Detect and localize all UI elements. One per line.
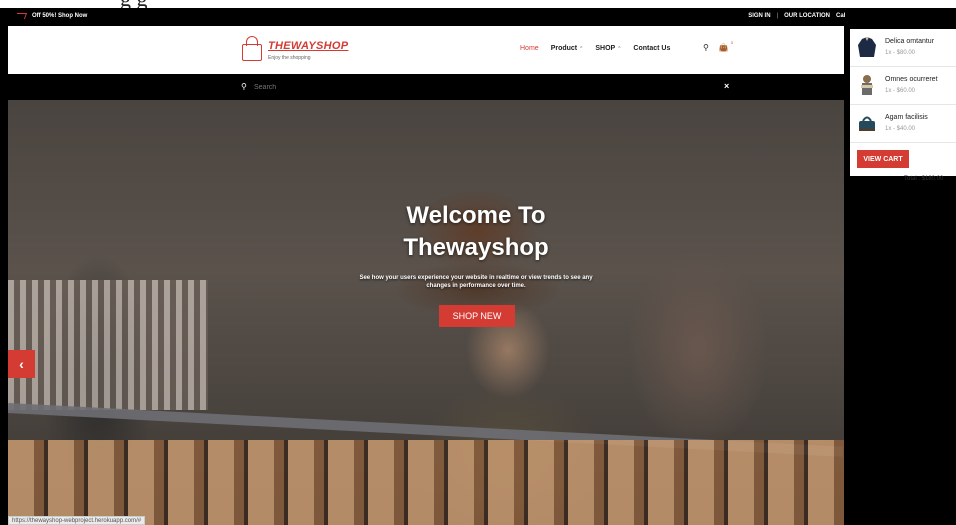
browser-top-strip: g g <box>0 0 956 8</box>
nav-home[interactable]: Home <box>520 45 539 52</box>
clothing-rack-image <box>8 280 208 410</box>
sign-in-link[interactable]: SIGN IN <box>748 13 770 19</box>
close-icon[interactable]: × <box>724 81 729 91</box>
search-icon: ⚲ <box>241 82 247 91</box>
page: Off 50%! Shop Now SIGN IN | OUR LOCATION… <box>8 8 844 525</box>
figure-thumbnail <box>861 75 873 95</box>
hero-slider: ‹ <box>8 100 844 525</box>
logo-brand: THEWAYSHOP <box>268 39 349 52</box>
cropped-heading: g g <box>120 0 148 8</box>
top-bar: Off 50%! Shop Now SIGN IN | OUR LOCATION <box>8 8 844 26</box>
search-icon[interactable]: ⚲ <box>703 43 709 52</box>
cart-item-name: Omnes ocurreret <box>885 76 938 83</box>
navbar: THEWAYSHOP Enjoy the shopping Home Produ… <box>8 26 844 74</box>
cart-item-price: 1x - $60.00 <box>885 88 916 94</box>
logo[interactable]: THEWAYSHOP Enjoy the shopping <box>240 34 348 62</box>
view-cart-button[interactable]: VIEW CART <box>857 150 909 168</box>
bag-thumbnail <box>859 116 875 131</box>
nav-icons: ⚲ 👜 3 <box>703 40 733 52</box>
nav-contact[interactable]: Contact Us <box>633 45 670 52</box>
hero-subtitle: See how your users experience your websi… <box>359 275 593 289</box>
slider-prev-button[interactable]: ‹ <box>8 350 35 378</box>
cart-total: Total : $180.00 <box>904 176 944 182</box>
chevron-down-icon: ⌃ <box>579 46 584 52</box>
cart-count-badge: 3 <box>730 40 733 45</box>
cart-item[interactable]: Agam facilisis 1x - $40.00 <box>850 105 956 143</box>
top-links: SIGN IN | OUR LOCATION <box>748 13 830 19</box>
chevron-down-icon: ⌃ <box>617 46 622 52</box>
nav-menu: Home Product ⌃ SHOP ⌃ Contact Us <box>520 45 670 52</box>
cart-item-price: 1x - $40.00 <box>885 126 916 132</box>
logo-tagline: Enjoy the shopping <box>268 54 311 61</box>
cart-panel: Delica omtantur 1x - $80.00 Omnes ocurre… <box>850 29 956 176</box>
hangers-image <box>8 440 844 525</box>
search-bar: ⚲ × <box>8 74 844 100</box>
shopping-bag-icon <box>240 34 264 62</box>
top-bar-cal[interactable]: Cal <box>836 13 845 19</box>
nav-shop[interactable]: SHOP ⌃ <box>595 45 621 52</box>
offer-link[interactable]: Off 50%! Shop Now <box>14 13 88 19</box>
our-location-link[interactable]: OUR LOCATION <box>784 13 830 19</box>
cart-icon[interactable]: 👜 3 <box>719 40 733 52</box>
cart-item-name: Delica omtantur <box>885 38 935 45</box>
search-input[interactable] <box>254 80 654 94</box>
jacket-thumbnail <box>858 37 876 57</box>
offer-text: Off 50%! Shop Now <box>32 13 88 19</box>
separator: | <box>776 13 779 19</box>
offer-icon <box>14 13 28 19</box>
cart-item[interactable]: Omnes ocurreret 1x - $60.00 <box>850 67 956 105</box>
shop-new-button[interactable]: SHOP NEW <box>439 305 515 327</box>
cart-item-name: Agam facilisis <box>885 114 928 121</box>
cart-item[interactable]: Delica omtantur 1x - $80.00 <box>850 29 956 67</box>
cart-item-price: 1x - $80.00 <box>885 50 916 56</box>
status-url: https://thewayshop-webproject.herokuapp.… <box>8 516 146 525</box>
nav-product[interactable]: Product ⌃ <box>551 45 584 52</box>
